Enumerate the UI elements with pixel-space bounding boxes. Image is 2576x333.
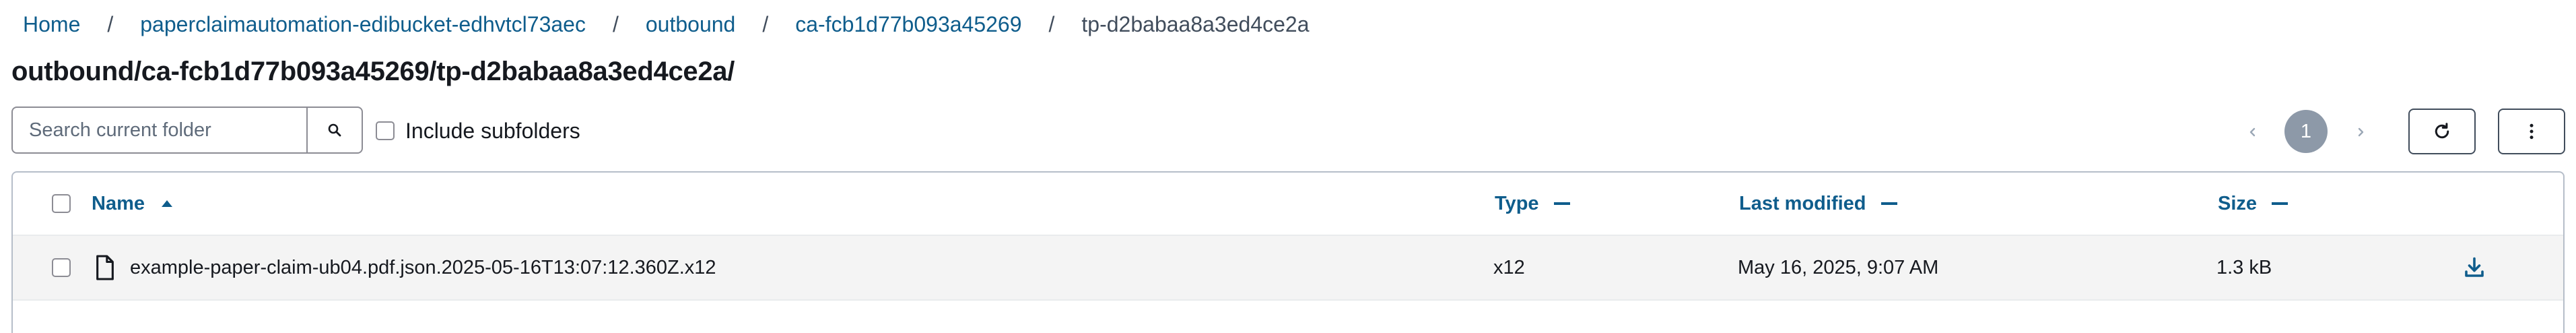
search-field: [11, 107, 308, 154]
select-all-checkbox[interactable]: [52, 194, 71, 213]
sort-none-icon: [2272, 202, 2289, 205]
breadcrumb-separator: /: [107, 11, 114, 36]
chevron-left-icon: [2249, 127, 2256, 137]
include-subfolders-checkbox[interactable]: [376, 121, 395, 140]
column-header-label: Type: [1495, 192, 1539, 214]
page-number-button[interactable]: 1: [2284, 110, 2328, 153]
type-cell: x12: [1493, 256, 1525, 278]
include-subfolders: Include subfolders: [376, 118, 580, 144]
breadcrumb-link-ca-folder[interactable]: ca-fcb1d77b093a45269: [795, 12, 1021, 37]
previous-page-button[interactable]: [2239, 119, 2266, 146]
column-header-label: Last modified: [1739, 192, 1866, 214]
search-icon: [328, 123, 341, 137]
column-header-size[interactable]: Size: [2218, 173, 2289, 235]
table-row[interactable]: example-paper-claim-ub04.pdf.json.2025-0…: [13, 236, 2563, 301]
breadcrumb-current: tp-d2babaa8a3ed4ce2a: [1081, 11, 1310, 36]
sort-none-icon: [1880, 202, 1897, 205]
search-input[interactable]: [13, 108, 306, 152]
objects-table: Name Type Last modified Size example-pap…: [11, 171, 2565, 333]
refresh-icon: [2435, 123, 2449, 139]
breadcrumb-link-home[interactable]: Home: [23, 12, 80, 37]
search-button[interactable]: [306, 107, 363, 154]
breadcrumb-separator: /: [1048, 11, 1055, 36]
include-subfolders-label: Include subfolders: [405, 118, 580, 143]
size-cell: 1.3 kB: [2216, 256, 2272, 278]
table-header: Name Type Last modified Size: [13, 173, 2563, 236]
breadcrumb: Home / paperclaimautomation-edibucket-ed…: [23, 9, 1310, 39]
row-checkbox[interactable]: [52, 258, 71, 277]
sort-ascending-icon: [162, 200, 172, 207]
chevron-right-icon: [2358, 127, 2364, 137]
more-vertical-icon: [2530, 123, 2534, 140]
column-header-type[interactable]: Type: [1495, 173, 1570, 235]
refresh-button[interactable]: [2408, 109, 2476, 154]
last-modified-cell: May 16, 2025, 9:07 AM: [1738, 256, 1939, 278]
page-title: outbound/ca-fcb1d77b093a45269/tp-d2babaa…: [11, 57, 735, 86]
download-button[interactable]: [2462, 236, 2486, 299]
column-header-label: Size: [2218, 192, 2258, 214]
download-icon: [2465, 257, 2484, 277]
more-actions-button[interactable]: [2498, 109, 2565, 154]
sort-none-icon: [1553, 202, 1570, 205]
column-header-name[interactable]: Name: [92, 173, 174, 235]
breadcrumb-separator: /: [612, 11, 619, 36]
file-icon: [96, 255, 114, 280]
next-page-button[interactable]: [2347, 119, 2374, 146]
column-header-last-modified[interactable]: Last modified: [1739, 173, 1897, 235]
column-header-label: Name: [92, 192, 145, 214]
name-cell: example-paper-claim-ub04.pdf.json.2025-0…: [94, 236, 716, 299]
breadcrumb-link-bucket[interactable]: paperclaimautomation-edibucket-edhvtcl73…: [140, 12, 586, 37]
file-name[interactable]: example-paper-claim-ub04.pdf.json.2025-0…: [130, 257, 716, 279]
breadcrumb-link-outbound[interactable]: outbound: [646, 12, 735, 37]
breadcrumb-separator: /: [762, 11, 769, 36]
